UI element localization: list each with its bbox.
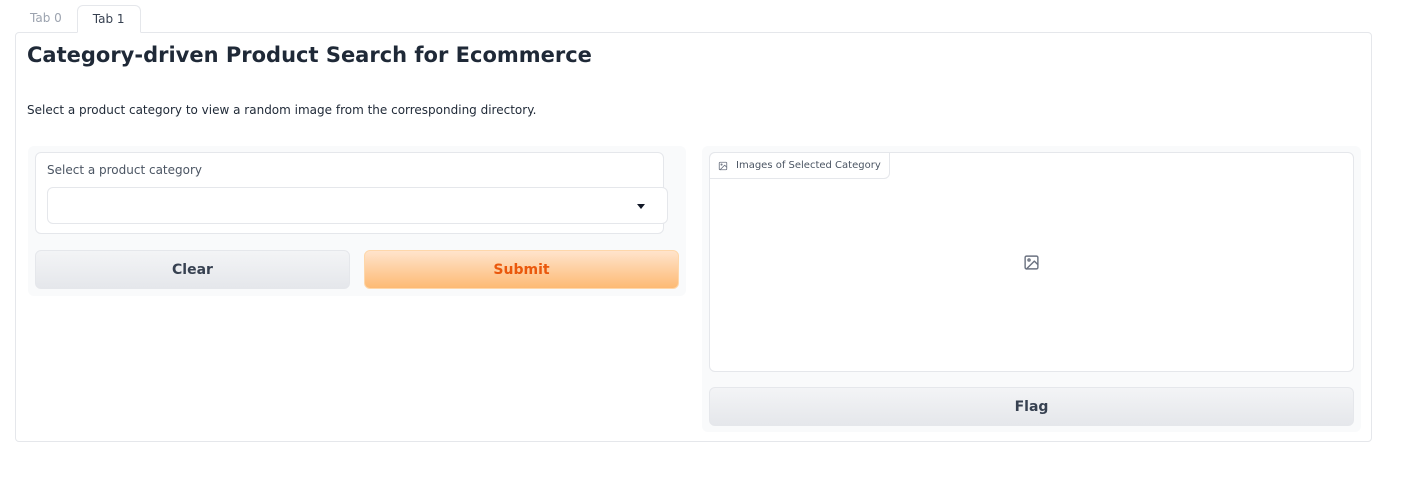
tab-1[interactable]: Tab 1 <box>76 5 141 33</box>
input-column: Select a product category Clear Submit <box>28 146 686 296</box>
image-placeholder-icon <box>1023 254 1040 275</box>
image-output-label: Images of Selected Category <box>709 152 890 179</box>
flag-button[interactable]: Flag <box>709 387 1354 426</box>
category-dropdown-block: Select a product category <box>35 152 668 234</box>
image-output-label-text: Images of Selected Category <box>736 160 881 171</box>
clear-button[interactable]: Clear <box>35 250 350 289</box>
dropdown-label: Select a product category <box>47 163 203 177</box>
tab-bar: Tab 0 Tab 1 <box>15 5 141 33</box>
tab-0[interactable]: Tab 0 <box>15 5 77 32</box>
output-column: Images of Selected Category Flag <box>702 146 1361 432</box>
tab-panel: Category-driven Product Search for Ecomm… <box>15 32 1372 442</box>
submit-button[interactable]: Submit <box>364 250 679 289</box>
chevron-down-icon[interactable] <box>637 204 645 209</box>
image-output: Images of Selected Category <box>709 152 1354 372</box>
page-title: Category-driven Product Search for Ecomm… <box>27 43 592 67</box>
category-dropdown[interactable] <box>47 187 668 224</box>
page-description: Select a product category to view a rand… <box>27 103 537 117</box>
image-icon <box>718 161 728 170</box>
